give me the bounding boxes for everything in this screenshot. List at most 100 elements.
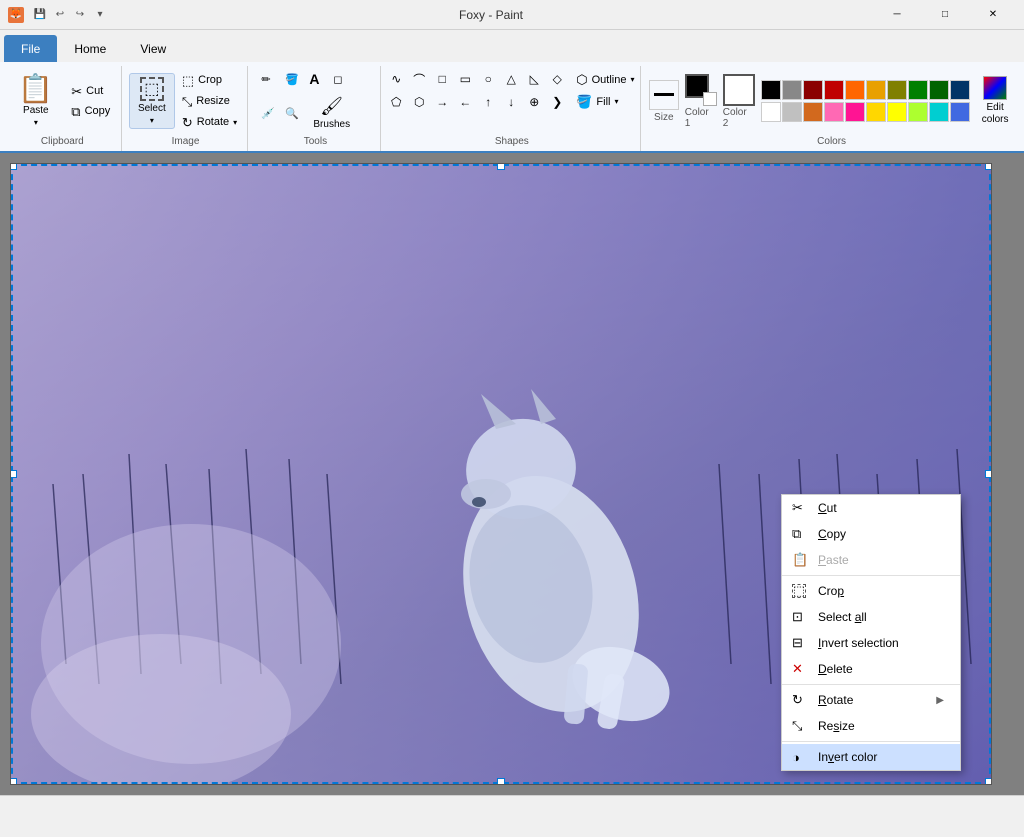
swatch-deeppink[interactable]: [845, 102, 865, 122]
rotate-button[interactable]: ↻ Rotate ▾: [177, 113, 242, 132]
copy-button[interactable]: ⧉ Copy: [66, 102, 115, 121]
swatch-silver[interactable]: [782, 102, 802, 122]
tools-label: Tools: [304, 134, 327, 149]
swatch-orange[interactable]: [845, 80, 865, 100]
color-picker-button[interactable]: 💉: [258, 102, 280, 124]
shape-pentagon[interactable]: ⬠: [385, 91, 407, 113]
size-selector[interactable]: [649, 80, 679, 110]
swatch-gray[interactable]: [782, 80, 802, 100]
ribbon-group-image: ⬚ Select ▾ ⬚ Crop ⤡ Resize ↻ Rotate ▾: [124, 66, 249, 151]
undo-button[interactable]: ↩: [52, 7, 68, 23]
shape-diamond[interactable]: ◇: [546, 68, 568, 90]
color1-selector[interactable]: [685, 74, 717, 106]
canvas-area[interactable]: ✂ Cut ⧉ Copy 📋 Paste ⬚ Crop ⊡: [0, 153, 1024, 795]
tab-file[interactable]: File: [4, 35, 57, 62]
swatch-royalblue[interactable]: [950, 102, 970, 122]
swatch-darkgreen[interactable]: [929, 80, 949, 100]
outline-button[interactable]: ⬡ Outline ▾: [572, 70, 638, 90]
shape-right-triangle[interactable]: ◺: [523, 68, 545, 90]
color-palette: [761, 80, 970, 122]
shape-ellipse[interactable]: ○: [477, 68, 499, 90]
swatch-brown[interactable]: [803, 102, 823, 122]
shape-curve[interactable]: ⌒: [408, 68, 430, 90]
size-column: Size: [649, 80, 679, 123]
swatch-black[interactable]: [761, 80, 781, 100]
swatch-lime[interactable]: [908, 102, 928, 122]
eraser-icon: ◻: [333, 73, 342, 86]
fill-button[interactable]: 🪣: [282, 68, 304, 90]
shape-hexagon[interactable]: ⬡: [408, 91, 430, 113]
context-resize[interactable]: ⤡ Resize: [782, 713, 960, 739]
paste-button[interactable]: 📋 Paste ▾: [9, 70, 62, 132]
context-rotate[interactable]: ↻ Rotate ▶: [782, 687, 960, 713]
context-copy[interactable]: ⧉ Copy: [782, 521, 960, 547]
swatch-darkred[interactable]: [803, 80, 823, 100]
shape-up-arrow[interactable]: ↑: [477, 91, 499, 113]
context-crop[interactable]: ⬚ Crop: [782, 578, 960, 604]
shape-left-arrow[interactable]: ←: [454, 91, 476, 113]
context-delete[interactable]: ✕ Delete: [782, 656, 960, 682]
cut-button[interactable]: ✂ Cut: [66, 82, 115, 101]
outline-icon: ⬡: [576, 72, 587, 88]
context-cut[interactable]: ✂ Cut: [782, 495, 960, 521]
crop-icon: ⬚: [182, 74, 194, 87]
context-paste[interactable]: 📋 Paste: [782, 547, 960, 573]
swatch-brightyellow[interactable]: [887, 102, 907, 122]
shape-down-arrow[interactable]: ↓: [500, 91, 522, 113]
swatch-yellow[interactable]: [866, 102, 886, 122]
shape-freeform[interactable]: ∿: [385, 68, 407, 90]
shape-rounded-rect[interactable]: ▭: [454, 68, 476, 90]
resize-icon: ⤡: [182, 95, 192, 108]
swatch-red[interactable]: [824, 80, 844, 100]
window-title: Foxy - Paint: [116, 8, 866, 22]
swatch-green[interactable]: [908, 80, 928, 100]
redo-button[interactable]: ↪: [72, 7, 88, 23]
cut-icon: ✂: [71, 85, 82, 98]
shape-triangle[interactable]: △: [500, 68, 522, 90]
minimize-button[interactable]: ─: [874, 0, 920, 30]
ribbon-group-shapes: ∿ ⌒ □ ▭ ○ △ ◺ ◇ ⬠ ⬡ → ← ↑ ↓ ⊕ ❯: [383, 66, 641, 151]
context-invert-selection[interactable]: ⊟ Invert selection: [782, 630, 960, 656]
window-controls: ─ □ ✕: [874, 0, 1016, 30]
context-select-all[interactable]: ⊡ Select all: [782, 604, 960, 630]
swatch-teal[interactable]: [929, 102, 949, 122]
save-button[interactable]: 💾: [32, 7, 48, 23]
swatch-gold[interactable]: [866, 80, 886, 100]
text-button[interactable]: A: [306, 68, 328, 90]
tab-view[interactable]: View: [123, 35, 183, 62]
magnify-button[interactable]: 🔍: [282, 102, 304, 124]
invert-sel-menu-icon: ⊟: [792, 635, 803, 651]
close-button[interactable]: ✕: [970, 0, 1016, 30]
ribbon-group-clipboard: 📋 Paste ▾ ✂ Cut ⧉ Copy Clipboard: [4, 66, 122, 151]
swatch-hotpink[interactable]: [824, 102, 844, 122]
menu-down-icon[interactable]: ▾: [92, 7, 108, 23]
shape-4way-arrow[interactable]: ⊕: [523, 91, 545, 113]
edit-colors-button[interactable]: Edit colors: [976, 73, 1015, 129]
resize-menu-icon: ⤡: [792, 718, 802, 734]
shape-chevron-right[interactable]: ❯: [546, 91, 568, 113]
context-invert-color[interactable]: ◑ Invert color: [782, 744, 960, 770]
crop-button[interactable]: ⬚ Crop: [177, 71, 242, 90]
magnify-icon: 🔍: [285, 107, 299, 120]
cut-copy-column: ✂ Cut ⧉ Copy: [66, 82, 115, 121]
maximize-button[interactable]: □: [922, 0, 968, 30]
swatch-white[interactable]: [761, 102, 781, 122]
tab-home[interactable]: Home: [57, 35, 123, 62]
select-all-menu-icon: ⊡: [792, 609, 803, 625]
swatch-navy[interactable]: [950, 80, 970, 100]
colors-label: Colors: [817, 134, 846, 149]
brushes-button[interactable]: 🖌 Brushes: [306, 92, 357, 134]
fill-dropdown-button[interactable]: 🪣 Fill ▾: [572, 92, 638, 112]
pencil-button[interactable]: ✏: [258, 68, 280, 90]
brushes-icon: 🖌: [320, 96, 343, 117]
shape-right-arrow[interactable]: →: [431, 91, 453, 113]
image-label: Image: [172, 134, 200, 149]
shape-rect[interactable]: □: [431, 68, 453, 90]
swatch-olive[interactable]: [887, 80, 907, 100]
canvas-image[interactable]: ✂ Cut ⧉ Copy 📋 Paste ⬚ Crop ⊡: [11, 164, 991, 784]
select-button[interactable]: ⬚ Select ▾: [129, 73, 175, 129]
separator-1: [782, 575, 960, 576]
resize-button[interactable]: ⤡ Resize: [177, 92, 242, 111]
eraser-button[interactable]: ◻: [330, 68, 352, 90]
color2-selector[interactable]: [723, 74, 755, 106]
